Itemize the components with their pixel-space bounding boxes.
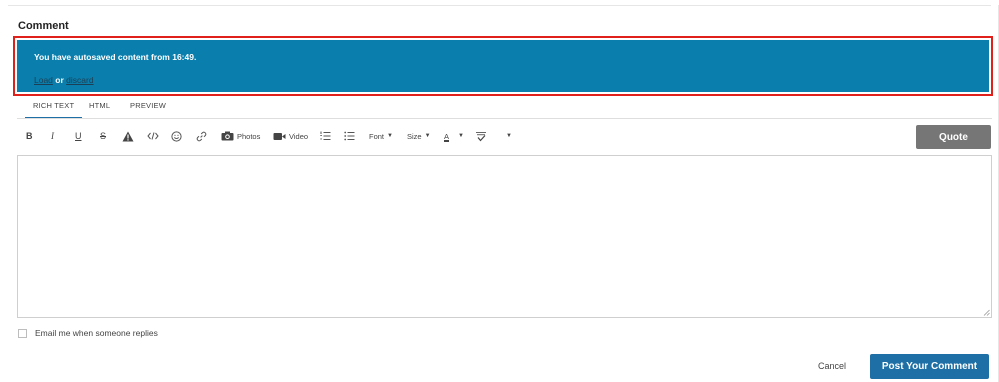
code-button[interactable] [147, 129, 159, 143]
video-label: Video [289, 131, 309, 141]
video-camera-icon [273, 132, 286, 140]
numbered-list-icon [320, 131, 331, 140]
photos-label: Photos [237, 131, 261, 141]
chevron-down-icon: ▼ [458, 133, 464, 139]
comment-title: Comment [18, 20, 69, 32]
load-autosave-link[interactable]: Load [34, 75, 53, 85]
chevron-down-icon: ▼ [424, 133, 431, 139]
italic-button[interactable]: I [51, 129, 54, 143]
size-dropdown[interactable]: Size ▼ [407, 129, 431, 143]
email-notification-option[interactable]: Email me when someone replies [18, 328, 158, 338]
code-icon [147, 132, 159, 140]
tabs-divider [17, 118, 992, 119]
autosave-or-text: or [55, 75, 64, 85]
spellcheck-dropdown[interactable]: ▼ [475, 129, 512, 143]
tab-preview[interactable]: PREVIEW [130, 101, 166, 110]
size-dropdown-label: Size [407, 131, 422, 141]
ordered-list-button[interactable] [320, 129, 331, 143]
text-color-dropdown[interactable]: A ▼ [444, 129, 464, 143]
comment-editor[interactable] [17, 155, 992, 318]
font-dropdown-label: Font [369, 131, 385, 141]
bullet-list-icon [344, 131, 355, 141]
smiley-icon [171, 130, 182, 142]
discard-autosave-link[interactable]: discard [66, 75, 93, 85]
cancel-button[interactable]: Cancel [818, 361, 846, 371]
autosave-actions: Load or discard [34, 75, 94, 85]
editor-toolbar: B I U S Photos Video Font ▼ Size ▼ A ▼ ▼ [18, 126, 993, 146]
bold-button[interactable]: B [26, 129, 33, 143]
quote-button[interactable]: Quote [916, 125, 991, 149]
email-replies-label: Email me when someone replies [35, 328, 158, 338]
email-replies-checkbox[interactable] [18, 328, 27, 338]
camera-icon [221, 131, 234, 141]
resize-handle-icon[interactable] [983, 309, 990, 316]
underline-button[interactable]: U [75, 129, 82, 143]
post-comment-button[interactable]: Post Your Comment [870, 354, 989, 379]
emoji-button[interactable] [171, 129, 182, 143]
page-top-border [8, 5, 991, 6]
photos-button[interactable]: Photos [221, 129, 260, 143]
video-button[interactable]: Video [273, 129, 308, 143]
spoiler-button[interactable] [122, 129, 134, 143]
link-icon [196, 131, 207, 141]
chevron-down-icon: ▼ [387, 133, 393, 139]
link-button[interactable] [196, 129, 207, 143]
strikethrough-button[interactable]: S [100, 129, 106, 143]
text-color-label: A [444, 131, 450, 141]
warning-icon [122, 131, 134, 141]
font-dropdown[interactable]: Font ▼ [369, 129, 393, 143]
autosave-banner: You have autosaved content from 16:49. L… [17, 40, 989, 92]
chevron-down-icon: ▼ [506, 133, 512, 139]
autosave-banner-highlight: You have autosaved content from 16:49. L… [13, 36, 993, 96]
tab-rich-text[interactable]: RICH TEXT [24, 101, 83, 119]
autosave-message: You have autosaved content from 16:49. [34, 52, 197, 62]
spellcheck-icon [476, 131, 486, 141]
tab-html[interactable]: HTML [89, 101, 110, 110]
bullet-list-button[interactable] [344, 129, 355, 143]
